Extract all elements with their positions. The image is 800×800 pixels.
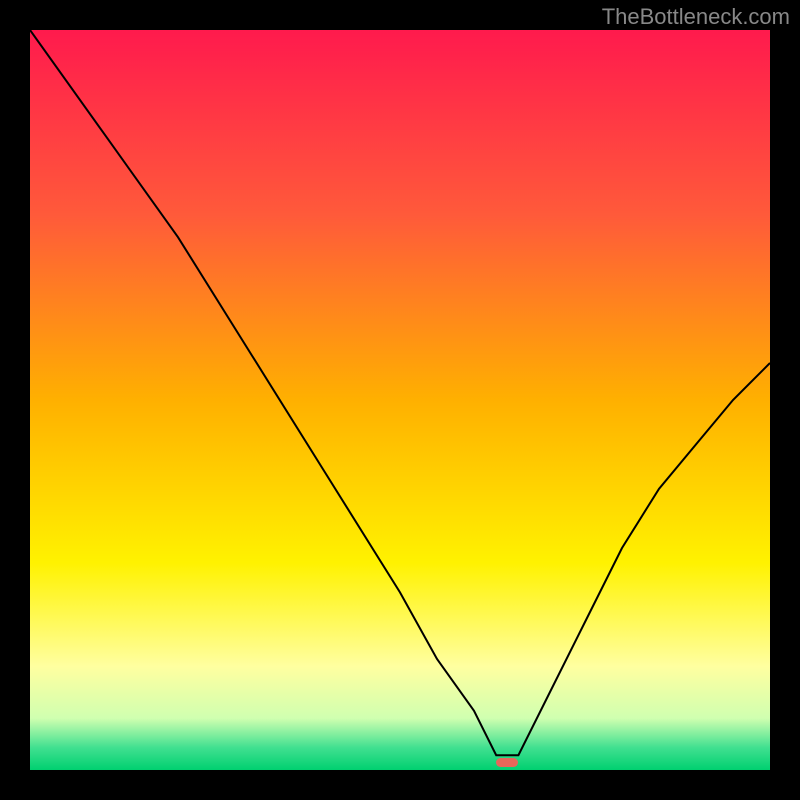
chart-background: [30, 30, 770, 770]
chart-svg: [30, 30, 770, 770]
optimum-marker: [496, 758, 518, 767]
chart-area: [30, 30, 770, 770]
watermark-text: TheBottleneck.com: [602, 4, 790, 30]
